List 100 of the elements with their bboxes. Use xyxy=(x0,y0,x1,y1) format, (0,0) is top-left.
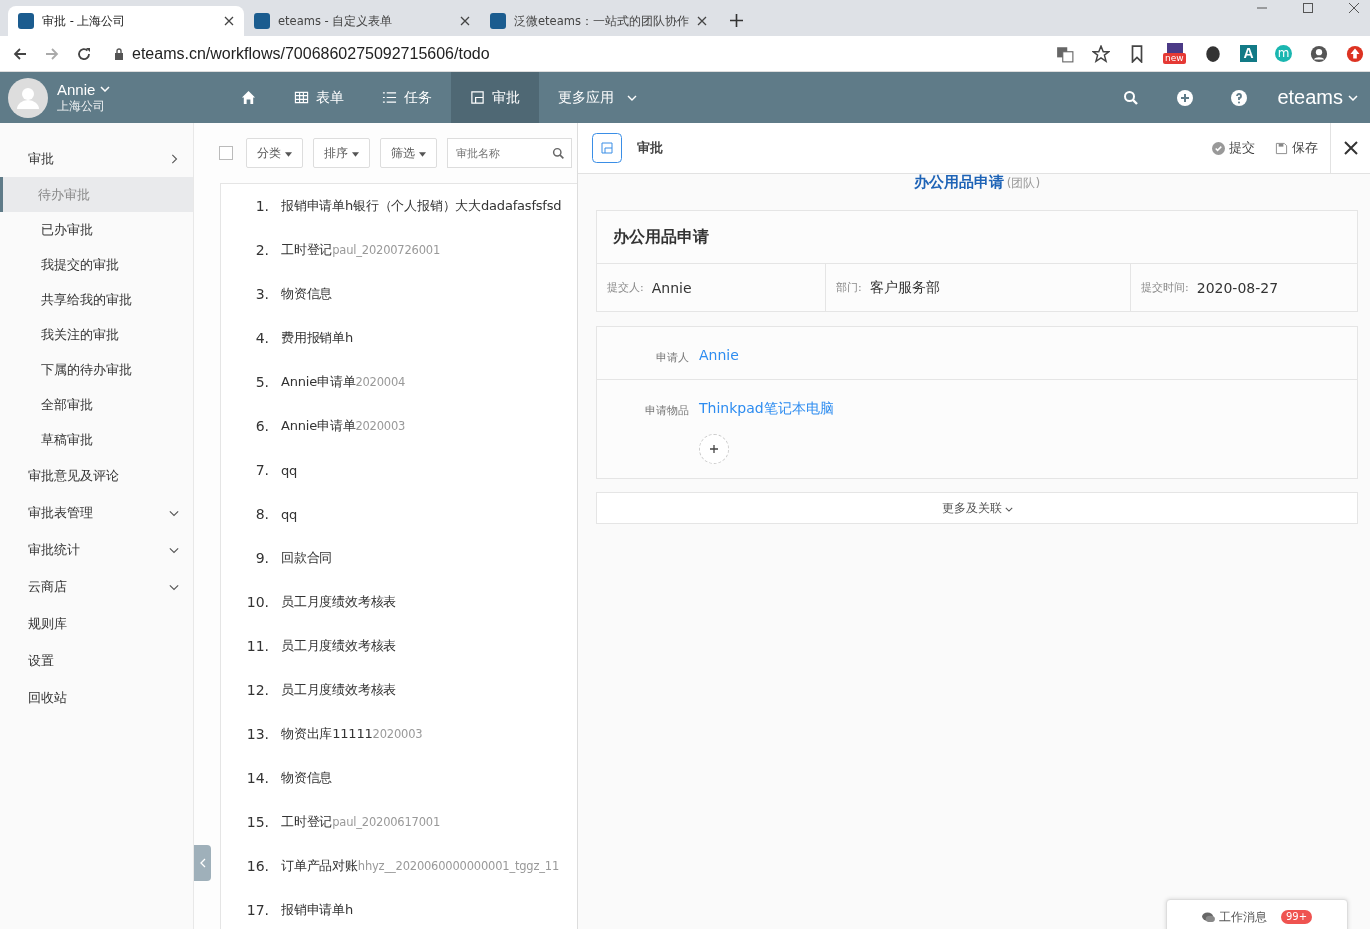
filter-dropdown[interactable]: 分类 xyxy=(246,138,303,168)
sidebar-item[interactable]: 审批意见及评论 xyxy=(0,457,193,494)
approval-item[interactable]: 报销申请单h银行（个人报销）大大dadafasfsfsd xyxy=(281,197,562,215)
translate-icon[interactable] xyxy=(1056,44,1074,63)
approval-item[interactable]: qq xyxy=(281,462,298,478)
caret-icon xyxy=(352,151,359,157)
close-icon[interactable] xyxy=(224,16,234,26)
add-icon[interactable] xyxy=(1177,89,1194,106)
url-field[interactable]: eteams.cn/workflows/7006860275092715606/todo xyxy=(132,44,490,63)
search-icon[interactable] xyxy=(1123,89,1140,106)
select-all-checkbox[interactable] xyxy=(219,146,233,160)
count-badge: 99+ xyxy=(1280,910,1313,924)
search-field[interactable]: 审批名称 xyxy=(447,138,572,168)
extension-icon[interactable] xyxy=(1167,42,1183,53)
approval-item[interactable]: 物资信息 xyxy=(281,769,333,787)
sidebar-item[interactable]: 审批 xyxy=(0,140,193,177)
save-button[interactable]: 保存 xyxy=(1265,139,1328,157)
sidebar-item[interactable]: 已办审批 xyxy=(0,212,193,247)
star-icon[interactable] xyxy=(1092,44,1110,63)
caret-icon xyxy=(285,151,292,157)
sidebar-item[interactable]: 共享给我的审批 xyxy=(0,282,193,317)
nav-item[interactable]: 表单 xyxy=(275,72,363,123)
approval-item[interactable]: 员工月度绩效考核表 xyxy=(281,681,397,699)
nav-item[interactable]: 任务 xyxy=(363,72,451,123)
sidebar-item[interactable]: 下属的待办审批 xyxy=(0,352,193,387)
back-icon[interactable] xyxy=(12,45,28,62)
approval-item[interactable]: 回款合同 xyxy=(281,549,333,567)
sidebar-item[interactable]: 设置 xyxy=(0,642,193,679)
sidebar-item[interactable]: 回收站 xyxy=(0,679,193,716)
chevron-icon xyxy=(1348,94,1358,101)
more-button[interactable]: 更多及关联 xyxy=(596,492,1358,524)
sidebar-item[interactable]: 云商店 xyxy=(0,568,193,605)
home-icon xyxy=(241,90,256,105)
approval-item[interactable]: 物资出库111112020003 xyxy=(281,725,423,743)
sidebar-item[interactable]: 规则库 xyxy=(0,605,193,642)
approval-item[interactable]: 报销申请单h xyxy=(281,901,354,919)
approval-item[interactable]: 工时登记paul_20200617001 xyxy=(281,813,441,831)
avatar-icon[interactable] xyxy=(8,77,48,118)
close-icon[interactable] xyxy=(696,16,707,26)
row-number: 5. xyxy=(254,374,270,390)
row-number: 8. xyxy=(254,506,270,522)
sidebar-item[interactable]: 草稿审批 xyxy=(0,422,193,457)
sidebar-item[interactable]: 审批统计 xyxy=(0,531,193,568)
row-number: 12. xyxy=(245,682,270,698)
row-number: 11. xyxy=(245,638,270,654)
filter-dropdown[interactable]: 排序 xyxy=(313,138,370,168)
row-number: 13. xyxy=(245,726,270,742)
sidebar-item[interactable]: 全部审批 xyxy=(0,387,193,422)
close-icon xyxy=(1343,141,1358,155)
upload-icon[interactable] xyxy=(1346,44,1364,63)
collapse-handle[interactable] xyxy=(194,845,211,881)
approval-item[interactable]: Annie申请单2020003 xyxy=(281,417,406,435)
field-label: 申请物品 xyxy=(644,403,690,419)
close-icon[interactable] xyxy=(460,16,470,26)
approval-item[interactable]: 员工月度绩效考核表 xyxy=(281,593,397,611)
add-button[interactable] xyxy=(699,434,729,464)
logo[interactable]: eteams xyxy=(1277,86,1343,109)
approval-item[interactable]: 物资信息 xyxy=(281,285,333,303)
row-number: 6. xyxy=(254,418,270,434)
close-icon[interactable] xyxy=(1348,2,1360,14)
nav-item[interactable]: 审批 xyxy=(451,72,539,123)
sidebar-item[interactable]: 审批表管理 xyxy=(0,494,193,531)
extension-icon[interactable]: A xyxy=(1240,45,1257,62)
list-icon xyxy=(382,90,397,105)
meta-value: Annie xyxy=(651,279,692,296)
approval-item[interactable]: 费用报销单h xyxy=(281,329,354,347)
user-name[interactable]: Annie xyxy=(57,80,96,98)
approval-item[interactable]: qq xyxy=(281,506,298,522)
messages-tab[interactable]: 工作消息 99+ xyxy=(1166,899,1348,929)
reload-icon[interactable] xyxy=(76,45,92,62)
maximize-icon[interactable] xyxy=(1302,2,1314,14)
help-icon[interactable] xyxy=(1231,89,1248,106)
nav-item[interactable]: 更多应用 xyxy=(539,72,656,123)
filter-dropdown[interactable]: 筛选 xyxy=(380,138,437,168)
new-tab-icon[interactable] xyxy=(730,14,743,27)
messages-label: 工作消息 xyxy=(1218,908,1267,926)
row-number: 3. xyxy=(254,286,270,302)
sidebar-item[interactable]: 我提交的审批 xyxy=(0,247,193,282)
grid-icon xyxy=(294,90,309,105)
caret-icon xyxy=(627,94,637,101)
approval-item[interactable]: 订单产品对账hhyz__2020060000000001_tggz_11 xyxy=(281,857,560,875)
panel-title: 审批 xyxy=(637,139,663,157)
field-label: 申请人 xyxy=(655,350,690,365)
approval-item[interactable]: 工时登记paul_20200726001 xyxy=(281,241,441,259)
approval-item[interactable]: 员工月度绩效考核表 xyxy=(281,637,397,655)
approval-icon xyxy=(592,133,622,163)
new-badge: new xyxy=(1163,52,1186,64)
site-icon xyxy=(490,13,506,29)
browser-tab[interactable]: eteams - 自定义表单 xyxy=(244,6,480,36)
browser-tab[interactable]: 泛微eteams：一站式的团队协作 xyxy=(480,6,716,36)
sidebar-item[interactable]: 我关注的审批 xyxy=(0,317,193,352)
chevron-icon xyxy=(100,86,111,92)
profile-icon[interactable] xyxy=(1310,44,1328,63)
approval-item[interactable]: Annie申请单2020004 xyxy=(281,373,406,391)
browser-tab[interactable]: 审批 - 上海公司 xyxy=(8,6,244,36)
row-number: 2. xyxy=(254,242,270,258)
submit-button[interactable]: 提交 xyxy=(1202,139,1265,157)
field-value[interactable]: Thinkpad笔记本电脑 xyxy=(699,400,834,418)
row-number: 4. xyxy=(254,330,270,346)
form-scope: (团队) xyxy=(1006,176,1041,190)
